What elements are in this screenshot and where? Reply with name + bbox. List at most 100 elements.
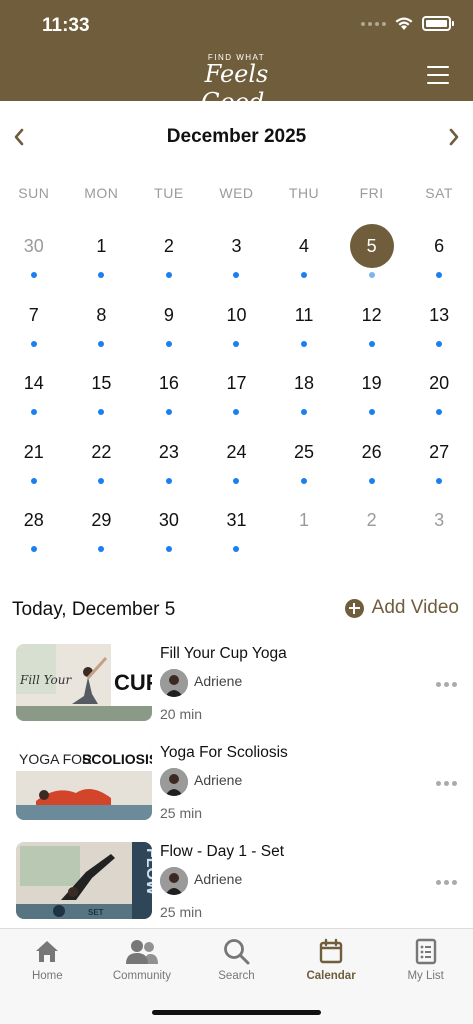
day-number: 25 [294,441,315,462]
video-list: Fill Your CUP Fill Your Cup Yoga Adriene… [0,642,473,939]
calendar-day[interactable]: 15 [68,357,136,426]
day-number: 20 [429,373,450,393]
activity-dot [436,409,443,415]
day-number: 22 [91,441,112,462]
tab-label: My List [407,970,444,982]
home-indicator [152,1010,321,1015]
activity-dot [301,272,308,278]
calendar-day[interactable]: 7 [0,289,68,358]
calendar-day-selected[interactable]: 5 [338,220,406,289]
video-duration: 25 min [160,904,203,920]
calendar-day[interactable]: 27 [405,426,473,495]
calendar-day[interactable]: 19 [338,357,406,426]
day-number: 6 [434,236,445,256]
home-icon [36,941,59,962]
more-options-icon[interactable] [436,781,457,786]
activity-dot [98,340,105,347]
calendar-day[interactable]: 1 [68,220,136,289]
hamburger-menu-icon[interactable] [427,66,449,84]
calendar-day[interactable]: 28 [0,494,68,563]
activity-dot [368,340,375,347]
calendar-day[interactable]: 21 [0,426,68,495]
more-options-icon[interactable] [436,880,457,885]
tab-my-list[interactable]: My List [378,929,473,993]
calendar-day[interactable]: 3 [405,494,473,563]
calendar-day[interactable]: 13 [405,289,473,358]
video-author: Adriene [194,673,243,689]
day-number: 9 [163,304,174,325]
calendar-day[interactable]: 26 [338,426,406,495]
calendar-day[interactable]: 29 [68,494,136,563]
calendar-day[interactable]: 8 [68,289,136,358]
calendar-grid: 30 1 2 3 4 5 6 7 8 9 10 11 12 13 14 15 16 17 18 19 20 21 22 23 2… [0,220,473,563]
activity-dot [165,340,172,347]
calendar-day[interactable]: 22 [68,426,136,495]
calendar-day[interactable]: 1 [270,494,338,563]
video-title: Flow - Day 1 - Set [160,843,285,860]
calendar-day[interactable]: 2 [135,220,203,289]
thumb-big-text: CUP [114,670,152,695]
video-item[interactable]: Fill Your CUP Fill Your Cup Yoga Adriene… [0,642,473,741]
activity-dot [368,272,375,278]
calendar-day[interactable]: 14 [0,357,68,426]
video-item[interactable]: YOGA FOR SCOLIOSIS Yoga For Scoliosis Ad… [0,741,473,840]
calendar-day[interactable]: 12 [338,289,406,358]
activity-dot [233,409,240,415]
calendar-day[interactable]: 25 [270,426,338,495]
day-number: 2 [366,510,377,530]
activity-dot [98,409,105,415]
activity-dot [436,477,443,484]
today-section-header: Today, December 5 Add Video [12,596,459,624]
day-number: 13 [429,304,450,325]
calendar-day[interactable]: 30 [0,220,68,289]
calendar-day[interactable]: 2 [338,494,406,563]
chevron-right-icon [449,128,459,146]
calendar-icon [319,938,343,964]
calendar-day[interactable]: 31 [203,494,271,563]
day-number: 21 [23,441,44,462]
activity-dot [30,340,37,347]
activity-dot [436,272,443,278]
battery-icon [422,16,454,31]
community-icon [125,940,158,964]
tab-community[interactable]: Community [95,929,190,993]
calendar-day[interactable]: 11 [270,289,338,358]
cellular-signal-icon [361,21,386,26]
calendar-day[interactable]: 24 [203,426,271,495]
add-video-button[interactable]: Add Video [344,597,459,619]
avatar [160,669,188,697]
calendar-day[interactable]: 23 [135,426,203,495]
calendar-day[interactable]: 20 [405,357,473,426]
avatar [160,867,188,895]
tab-calendar[interactable]: Calendar [284,929,379,993]
logo-wordmark: Feels Good. [200,60,273,116]
calendar-day[interactable]: 16 [135,357,203,426]
calendar-day[interactable]: 3 [203,220,271,289]
video-item[interactable]: SET FLOW Flow - Day 1 - Set Adriene 25 m… [0,840,473,939]
tab-search[interactable]: Search [189,929,284,993]
next-month-button[interactable] [438,122,468,152]
calendar-day[interactable]: 10 [203,289,271,358]
tab-home[interactable]: Home [0,929,95,993]
more-options-icon[interactable] [436,682,457,687]
weekday-label: SAT [425,185,453,201]
activity-dot [368,409,375,415]
calendar-day[interactable]: 30 [135,494,203,563]
calendar-day[interactable]: 6 [405,220,473,289]
calendar-day[interactable]: 17 [203,357,271,426]
day-number: 23 [158,441,179,462]
calendar-day[interactable]: 9 [135,289,203,358]
video-thumbnail: Fill Your CUP [16,644,152,721]
video-author: Adriene [194,871,243,887]
calendar-day[interactable]: 4 [270,220,338,289]
day-number: 1 [299,510,310,530]
video-title: Fill Your Cup Yoga [160,645,287,662]
video-duration: 20 min [160,706,203,722]
calendar-day[interactable]: 18 [270,357,338,426]
weekday-label: TUE [154,185,184,201]
day-number: 8 [96,304,107,325]
thumb-big-text: SCOLIOSIS [82,751,152,767]
day-number: 31 [226,510,247,530]
day-number: 18 [294,373,315,393]
day-number: 27 [429,441,450,462]
